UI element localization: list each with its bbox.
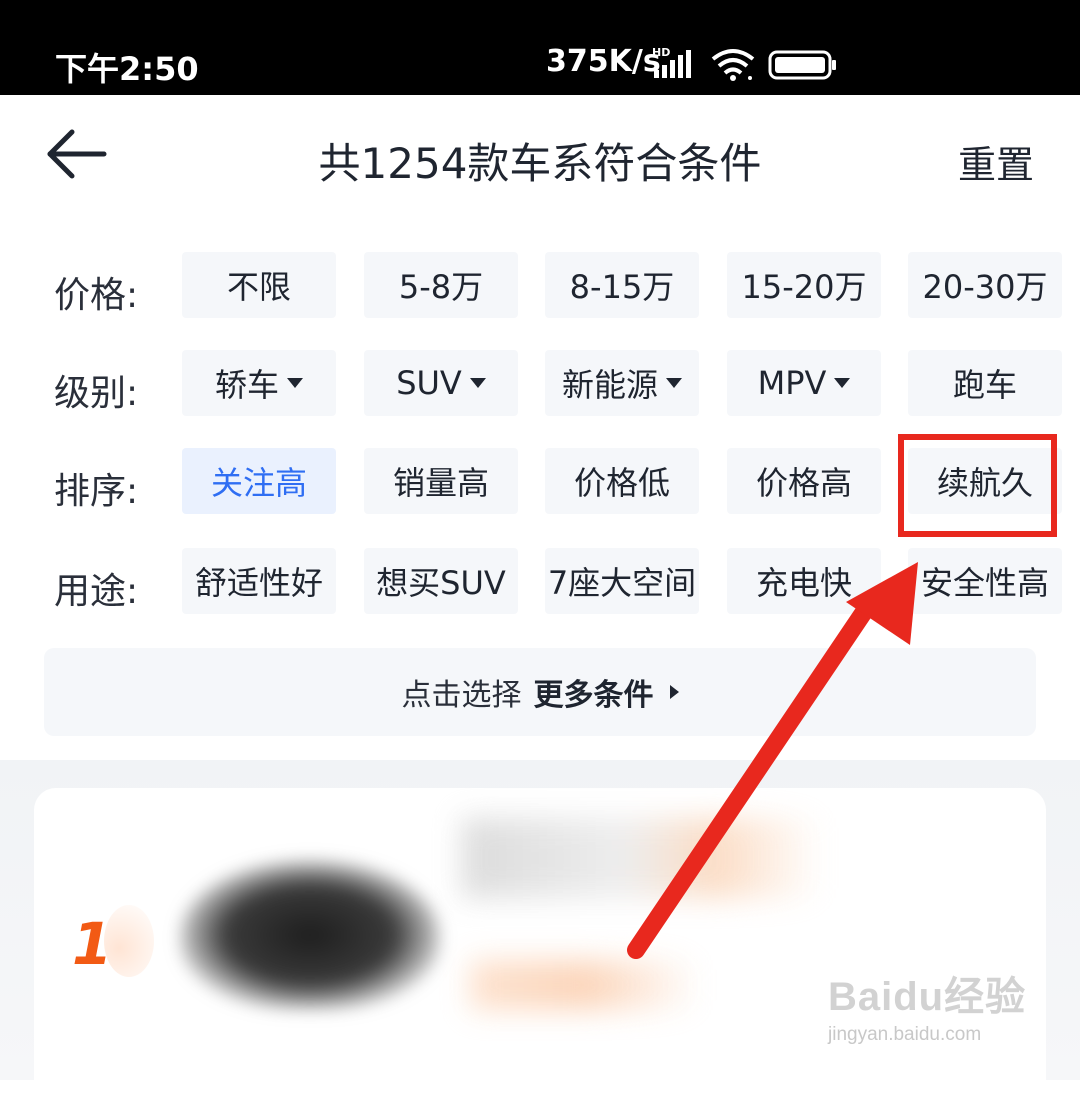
chip-level-sports-car[interactable]: 跑车 — [908, 350, 1062, 416]
chip-label: 7座大空间 — [547, 564, 697, 602]
filter-label-price: 价格: — [54, 275, 139, 316]
page-title: 共1254款车系符合条件 — [318, 139, 762, 188]
baidu-watermark: Baidu经验 jingyan.baidu.com — [828, 964, 1026, 1046]
chip-sort-price-low[interactable]: 价格低 — [545, 448, 699, 514]
network-speed: 375K/s — [546, 44, 661, 79]
watermark-main: Baidu经验 — [828, 975, 1027, 1019]
car-title-blurred — [462, 818, 822, 898]
chip-label: 20-30万 — [922, 268, 1048, 306]
caret-down-icon — [666, 378, 682, 388]
filter-label-level: 级别: — [54, 373, 139, 414]
chip-sort-price-high[interactable]: 价格高 — [727, 448, 881, 514]
signal-hd-icon: HD — [652, 46, 691, 78]
chip-price-20-30[interactable]: 20-30万 — [908, 252, 1062, 318]
chip-sort-attention[interactable]: 关注高 — [182, 448, 336, 514]
triangle-right-icon — [669, 685, 679, 699]
chip-label: MPV — [757, 364, 827, 402]
wifi-icon — [711, 49, 755, 81]
filter-row-level: 级别: 轿车 SUV 新能源 MPV 跑车 — [0, 350, 1080, 416]
chip-label: SUV — [396, 364, 462, 402]
car-image-blurred — [180, 860, 440, 1010]
chip-label: 舒适性好 — [194, 564, 323, 602]
chip-price-15-20[interactable]: 15-20万 — [727, 252, 881, 318]
more-conditions-button[interactable]: 点击选择 更多条件 — [44, 648, 1036, 736]
chip-level-suv[interactable]: SUV — [364, 350, 518, 416]
chip-level-mpv[interactable]: MPV — [727, 350, 881, 416]
filter-row-price: 价格: 不限 5-8万 8-15万 15-20万 20-30万 — [0, 252, 1080, 318]
battery-icon — [768, 50, 836, 80]
chip-label: 5-8万 — [398, 268, 484, 306]
chip-label: 不限 — [226, 268, 291, 306]
chip-label: 充电快 — [755, 564, 852, 602]
chip-label: 价格低 — [573, 464, 670, 502]
chip-usage-fast-charge[interactable]: 充电快 — [727, 548, 881, 614]
watermark-sub: jingyan.baidu.com — [828, 1024, 982, 1045]
filter-row-usage: 用途: 舒适性好 想买SUV 7座大空间 充电快 安全性高 — [0, 548, 1080, 614]
chip-label: 价格高 — [755, 464, 852, 502]
filter-row-sort: 排序: 关注高 销量高 价格低 价格高 续航久 — [0, 448, 1080, 514]
chip-label: 15-20万 — [741, 268, 867, 306]
chip-usage-7-seat[interactable]: 7座大空间 — [545, 548, 699, 614]
car-price-blurred — [470, 960, 700, 1010]
svg-text:HD: HD — [652, 46, 670, 59]
chip-label: 销量高 — [392, 464, 489, 502]
chip-usage-want-suv[interactable]: 想买SUV — [364, 548, 518, 614]
chip-label: 跑车 — [952, 366, 1017, 404]
chip-price-5-8[interactable]: 5-8万 — [364, 252, 518, 318]
status-time: 下午2:50 — [55, 50, 199, 88]
caret-down-icon — [834, 378, 851, 388]
chip-usage-comfort[interactable]: 舒适性好 — [182, 548, 336, 614]
chip-label: 续航久 — [936, 464, 1033, 502]
chip-sort-sales[interactable]: 销量高 — [364, 448, 518, 514]
chip-level-new-energy[interactable]: 新能源 — [545, 350, 699, 416]
chip-label: 轿车 — [214, 366, 279, 404]
chip-sort-range[interactable]: 续航久 — [908, 448, 1062, 514]
more-conditions-prefix: 点击选择 — [401, 678, 522, 713]
chip-label: 想买SUV — [376, 564, 506, 602]
filter-label-usage: 用途: — [54, 571, 139, 612]
filter-label-sort: 排序: — [54, 471, 139, 512]
chip-price-unlimited[interactable]: 不限 — [182, 252, 336, 318]
chip-label: 8-15万 — [569, 268, 675, 306]
chip-label: 新能源 — [561, 366, 658, 404]
rank-badge: 1 — [72, 910, 113, 978]
chip-level-sedan[interactable]: 轿车 — [182, 350, 336, 416]
chip-label: 安全性高 — [920, 564, 1049, 602]
reset-button[interactable]: 重置 — [958, 134, 1034, 189]
caret-down-icon — [287, 378, 303, 388]
more-conditions-label: 更多条件 — [533, 678, 654, 713]
chip-label: 关注高 — [210, 464, 307, 502]
caret-down-icon — [469, 378, 486, 388]
status-bar: 下午2:50 375K/s HD — [0, 0, 1080, 95]
chip-price-8-15[interactable]: 8-15万 — [545, 252, 699, 318]
chip-usage-safety[interactable]: 安全性高 — [908, 548, 1062, 614]
